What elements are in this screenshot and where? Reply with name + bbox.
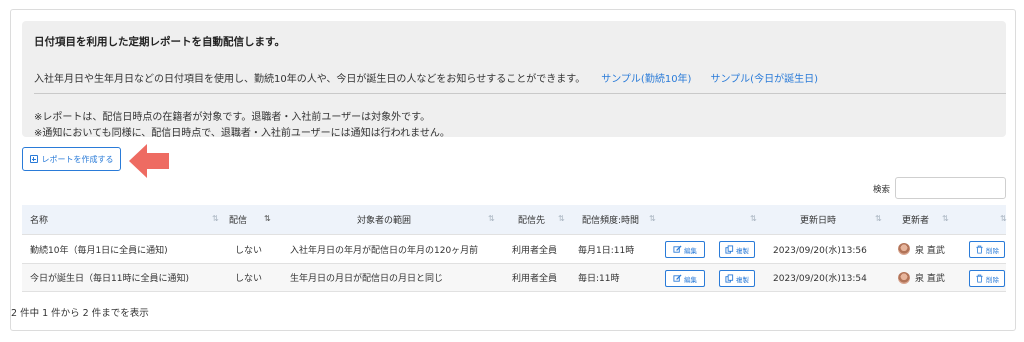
header-frequency[interactable]: 配信頻度:時間 xyxy=(582,205,639,234)
trash-icon xyxy=(976,274,983,283)
info-title: 日付項目を利用した定期レポートを自動配信します。 xyxy=(34,36,285,48)
copy-icon xyxy=(725,274,734,283)
sort-icon[interactable]: ⇅ xyxy=(649,214,656,223)
cell-updated-by: 泉 直武 xyxy=(898,235,945,263)
cell-name: 勤続10年（毎月1日に全員に通知) xyxy=(30,245,168,256)
header-name[interactable]: 名称 xyxy=(30,205,48,234)
sort-icon[interactable]: ⇅ xyxy=(942,214,949,223)
updater-name: 泉 直武 xyxy=(915,245,945,256)
plus-square-icon xyxy=(29,155,38,163)
delete-label: 削除 xyxy=(986,275,999,284)
copy-label: 複製 xyxy=(736,275,749,284)
cell-updated-at: 2023/09/20(水)13:56 xyxy=(773,245,867,256)
header-scope[interactable]: 対象者の範囲 xyxy=(357,205,411,234)
info-description-line: 入社年月日や生年月日などの日付項目を使用し、勤続10年の人や、今日が誕生日の人な… xyxy=(34,70,818,85)
edit-button[interactable]: 編集 xyxy=(665,241,705,258)
cell-updated-at: 2023/09/20(水)13:54 xyxy=(773,274,867,284)
copy-icon xyxy=(725,245,734,254)
sort-icon[interactable]: ⇅ xyxy=(212,214,219,223)
header-updated-by[interactable]: 更新者 xyxy=(902,205,929,234)
info-note-2: ※通知においても同様に、配信日時点で、退職者・入社前ユーザーには通知は行われませ… xyxy=(34,128,450,139)
edit-button[interactable]: 編集 xyxy=(665,270,705,287)
sort-icon[interactable]: ⇅ xyxy=(750,214,757,223)
arrow-left-icon xyxy=(129,144,169,178)
sort-icon[interactable]: ⇅ xyxy=(1000,214,1007,223)
updater-name: 泉 直武 xyxy=(915,274,945,284)
table-header: 名称 ⇅ 配信 ⇅ 対象者の範囲 ⇅ 配信先 ⇅ 配信頻度:時間 ⇅ ⇅ 更新日… xyxy=(22,205,1007,234)
delete-button[interactable]: 削除 xyxy=(969,270,1005,287)
trash-icon xyxy=(976,245,983,254)
copy-button[interactable]: 複製 xyxy=(719,270,755,287)
cell-delivery: しない xyxy=(235,274,263,284)
cell-updated-by: 泉 直武 xyxy=(898,264,945,291)
info-note-1: ※レポートは、配信日時点の在籍者が対象です。退職者・入社前ユーザーは対象外です。 xyxy=(34,112,431,123)
cell-frequency: 毎日:11時 xyxy=(578,274,620,284)
cell-scope: 入社年月日の年月が配信日の年月の120ヶ月前 xyxy=(290,245,479,256)
cell-scope: 生年月日の月日が配信日の月日と同じ xyxy=(290,274,444,284)
delete-label: 削除 xyxy=(986,246,999,255)
info-description: 入社年月日や生年月日などの日付項目を使用し、勤続10年の人や、今日が誕生日の人な… xyxy=(34,74,586,85)
edit-icon xyxy=(673,245,682,253)
delete-button[interactable]: 削除 xyxy=(969,241,1005,258)
sort-icon[interactable]: ⇅ xyxy=(264,214,271,223)
copy-label: 複製 xyxy=(736,246,749,255)
avatar xyxy=(898,271,910,284)
cell-frequency: 毎月1日:11時 xyxy=(578,245,635,256)
info-box: 日付項目を利用した定期レポートを自動配信します。 入社年月日や生年月日などの日付… xyxy=(22,21,1006,139)
search-label: 検索 xyxy=(873,185,891,195)
cell-recipient: 利用者全員 xyxy=(512,274,558,284)
report-table: 名称 ⇅ 配信 ⇅ 対象者の範囲 ⇅ 配信先 ⇅ 配信頻度:時間 ⇅ ⇅ 更新日… xyxy=(22,205,1007,292)
info-divider xyxy=(34,93,1006,94)
avatar xyxy=(898,243,910,255)
search-input[interactable] xyxy=(895,177,1006,199)
header-updated-at[interactable]: 更新日時 xyxy=(800,205,836,234)
edit-icon xyxy=(673,274,682,282)
edit-label: 編集 xyxy=(684,246,697,255)
sample-link-10-years[interactable]: サンプル(勤続10年) xyxy=(601,70,691,85)
edit-label: 編集 xyxy=(684,275,697,284)
cell-name: 今日が誕生日（毎日11時に全員に通知) xyxy=(30,274,189,284)
sort-icon[interactable]: ⇅ xyxy=(875,214,882,223)
create-report-button[interactable]: レポートを作成する xyxy=(22,147,121,171)
pagination-info: 2 件中 1 件から 2 件までを表示 xyxy=(11,308,149,319)
sort-icon[interactable]: ⇅ xyxy=(488,214,495,223)
create-report-label: レポートを作成する xyxy=(41,154,114,164)
sort-icon[interactable]: ⇅ xyxy=(558,214,565,223)
copy-button[interactable]: 複製 xyxy=(719,241,755,258)
cell-recipient: 利用者全員 xyxy=(512,245,558,256)
report-panel: 日付項目を利用した定期レポートを自動配信します。 入社年月日や生年月日などの日付… xyxy=(10,9,1016,331)
cell-delivery: しない xyxy=(235,245,263,256)
sample-link-birthday[interactable]: サンプル(今日が誕生日) xyxy=(710,70,818,85)
table-row: 今日が誕生日（毎日11時に全員に通知) しない 生年月日の月日が配信日の月日と同… xyxy=(22,263,1006,292)
table-row: 勤続10年（毎月1日に全員に通知) しない 入社年月日の年月が配信日の年月の12… xyxy=(22,234,1006,263)
header-delivery[interactable]: 配信 xyxy=(229,205,247,234)
header-recipient[interactable]: 配信先 xyxy=(518,205,545,234)
